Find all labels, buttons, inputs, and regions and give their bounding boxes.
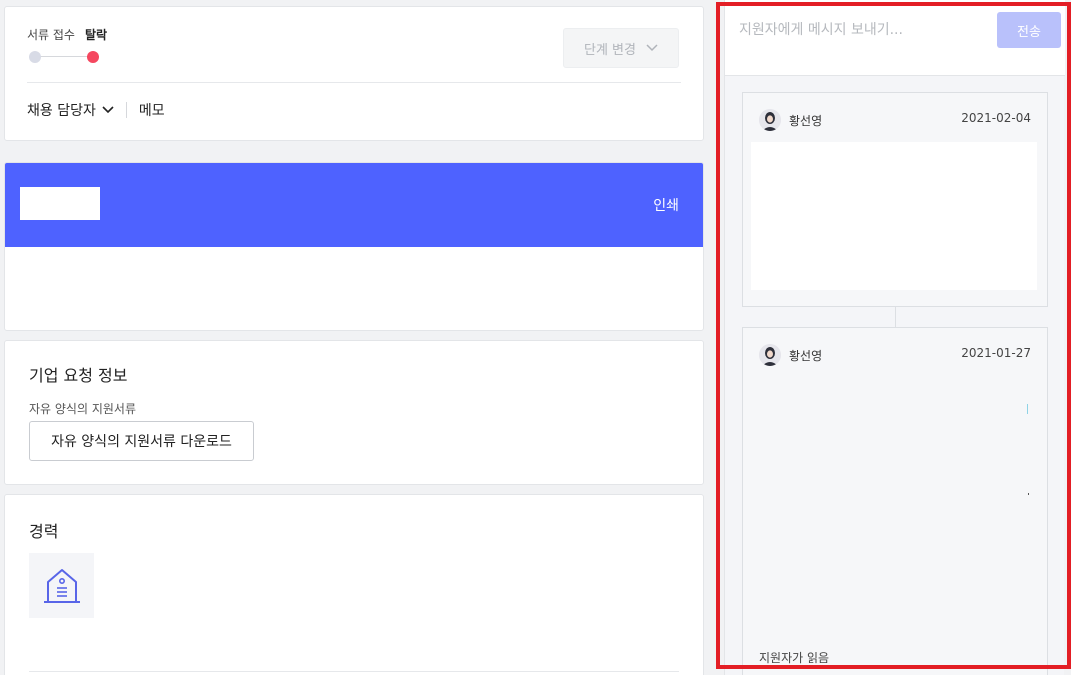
manager-label: 채용 담당자 [27,103,96,119]
send-button[interactable]: 전송 [997,12,1061,48]
read-status: 지원자가 읽음 [759,651,830,665]
change-stage-button[interactable]: 단계 변경 [563,28,679,68]
company-request-subtitle: 자유 양식의 지원서류 [29,402,136,416]
company-request-card: 기업 요청 정보 자유 양식의 지원서류 자유 양식의 지원서류 다운로드 [4,340,704,485]
message-compose: 전송 [725,0,1065,76]
message-item: 황선영 2021-02-04 [742,92,1048,307]
print-button[interactable]: 인쇄 [653,195,679,215]
change-stage-label: 단계 변경 [584,42,636,58]
avatar [759,344,781,366]
download-documents-button[interactable]: 자유 양식의 지원서류 다운로드 [29,421,254,461]
message-date: 2021-02-04 [961,111,1031,125]
company-building-icon [43,568,80,603]
avatar [759,109,781,131]
stage-step-rejected: 탈락 [84,28,108,42]
message-author: 황선영 [789,113,823,128]
message-header: 황선영 [759,344,822,366]
message-body [751,142,1037,290]
message-item: 황선영 2021-01-27 지원자가 읽음 [742,327,1048,675]
stage-progress-track [29,51,101,63]
manager-dropdown[interactable]: 채용 담당자 [27,100,114,120]
row-separator [125,102,127,118]
manager-memo-row: 채용 담당자 메모 [27,100,165,120]
message-author: 황선영 [789,348,823,363]
memo-tab[interactable]: 메모 [139,100,165,120]
chevron-down-icon [102,106,114,114]
stage-track-line [35,56,95,57]
stage-labels: 서류 접수 탈락 [27,26,107,43]
message-fragment [1028,493,1029,495]
career-card: 경력 [4,494,704,675]
chevron-down-icon [646,44,658,52]
message-panel: 전송 황선영 2021-02-04 황선영 2021-01-27 지원자가 읽음 [724,0,1065,675]
document-header: 인쇄 [5,163,703,247]
stage-divider [27,82,681,83]
message-fragment [1027,404,1028,414]
career-title: 경력 [29,522,59,541]
timeline-connector [895,307,896,327]
document-logo [20,187,100,220]
stage-step-received: 서류 접수 [27,28,75,42]
message-date: 2021-01-27 [961,346,1031,360]
career-divider [29,671,679,672]
message-input[interactable] [739,18,989,42]
document-card: 인쇄 [4,162,704,331]
company-logo [29,553,94,618]
company-request-title: 기업 요청 정보 [29,366,128,385]
stage-card: 서류 접수 탈락 단계 변경 채용 담당자 메모 [4,6,704,141]
message-header: 황선영 [759,109,822,131]
stage-dot-rejected [87,51,99,63]
stage-dot-received [29,51,41,63]
